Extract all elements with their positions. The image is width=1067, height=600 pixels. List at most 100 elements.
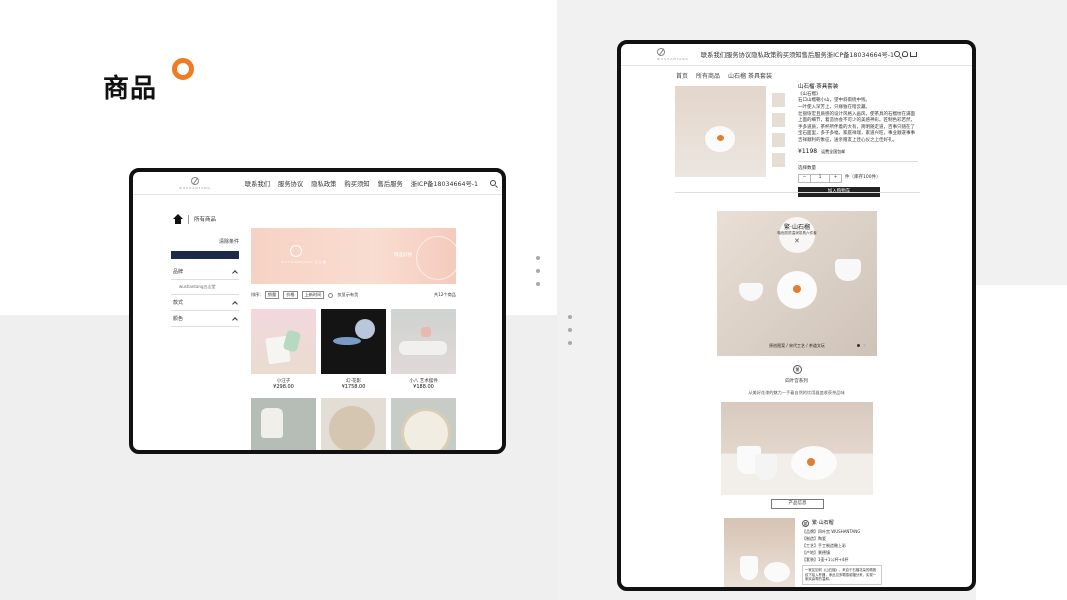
cart-icon[interactable]: [910, 52, 918, 57]
banner-text: 精选好物: [394, 253, 412, 258]
product-image[interactable]: [251, 398, 316, 450]
hero-subtitle: 釉色丽质温润茶具六件套: [777, 231, 817, 235]
product-title: 山石榴·茶具套装: [798, 84, 839, 90]
sort-price-button[interactable]: 价格: [283, 291, 298, 299]
nav-link-after-sales[interactable]: 售后服务: [378, 179, 403, 188]
product-price: ¥298.00: [273, 384, 294, 390]
spec-title-row: 繁 繁·山石榴: [802, 519, 882, 528]
nav-link-contact[interactable]: 联系我们: [245, 179, 270, 188]
quantity-value[interactable]: 1: [810, 175, 830, 182]
product-info: 山石榴·茶具套装 《山石榴》 石口山榴朝小山，望中斜雨绕中残。 一叶使入深芳上，…: [798, 84, 918, 198]
filter-option-brand[interactable]: wushantang五山堂: [171, 280, 239, 295]
nav-link-privacy[interactable]: 隐私政策: [751, 50, 776, 59]
ring-decoration-icon: [172, 58, 194, 80]
cup-illustration: [739, 283, 763, 301]
thumbnail[interactable]: [772, 133, 785, 147]
product-info-button[interactable]: 产品信息: [771, 499, 824, 509]
cup-illustration: [835, 259, 861, 281]
stock-text: 件（库存100件）: [845, 175, 881, 181]
filter-sidebar: 清除条件 品牌 wushantang五山堂 款式 颜色: [171, 238, 239, 327]
brand-name: WUSHANTANG: [657, 57, 689, 61]
sort-sales-button[interactable]: 销量: [264, 291, 280, 299]
thumbnail[interactable]: [772, 153, 785, 167]
nav-link-terms[interactable]: 服务协议: [278, 179, 303, 188]
divider: [798, 160, 918, 162]
thumbnail[interactable]: [772, 113, 785, 127]
breadcrumb-all-products[interactable]: 所有商品: [194, 215, 216, 223]
nav-link-icp[interactable]: 浙ICP备18034664号-1: [411, 179, 478, 188]
search-icon[interactable]: [894, 51, 901, 57]
spec-logo-icon: 繁: [802, 519, 809, 527]
spec-row: 【套装】1壶+1公杯+4杯: [802, 556, 849, 562]
product-card[interactable]: [321, 398, 386, 450]
clear-filters-link[interactable]: 清除条件: [171, 238, 239, 245]
carousel-dot[interactable]: [857, 344, 860, 347]
logo-mark-icon: [657, 48, 665, 56]
home-icon[interactable]: [173, 214, 183, 224]
dots-decoration: [568, 315, 572, 345]
sidebar-accent-bar: [171, 251, 239, 259]
product-main-image[interactable]: [675, 86, 766, 177]
product-price: ¥1198 运费全国包邮: [798, 148, 918, 157]
product-card[interactable]: 幻·花影 ¥1758.00: [321, 309, 386, 390]
nav-link-purchase-notes[interactable]: 购买须知: [776, 50, 801, 59]
breadcrumb-all-products[interactable]: 所有商品: [696, 71, 720, 80]
user-icon[interactable]: [503, 180, 506, 186]
promo-banner[interactable]: WUSHANTANG 五山堂 精选好物: [251, 228, 460, 284]
breadcrumb: 所有商品: [173, 214, 216, 224]
series-title: 四叶宫系列: [785, 379, 808, 384]
chevron-up-icon: [232, 300, 238, 307]
top-nav: WUSHANTANG 联系我们 服务协议 隐私政策 购买须知 售后服务 浙ICP…: [621, 44, 972, 66]
product-description: 壮丽恢宏且质感的设计风格入画风，使茶具的石榴纹在满面上面的细节，着造协会不可少的…: [798, 111, 915, 143]
product-image[interactable]: [321, 309, 386, 374]
shipping-note: 运费全国包邮: [821, 149, 846, 155]
filter-group-label: 品牌: [173, 269, 184, 275]
chevron-up-icon: [232, 316, 238, 323]
filter-group-color[interactable]: 颜色: [171, 311, 239, 327]
product-card[interactable]: [391, 398, 456, 450]
spec-row: 【品牌】四叶宫 WUSHANTANG: [802, 528, 861, 534]
product-card[interactable]: [251, 398, 316, 450]
nav-link-icp[interactable]: 浙ICP备18034664号-1: [827, 50, 894, 59]
quantity-stepper[interactable]: − 1 +: [798, 174, 842, 183]
product-image[interactable]: [391, 398, 456, 450]
carousel-dots[interactable]: [857, 344, 866, 347]
filter-group-style[interactable]: 款式: [171, 295, 239, 311]
filter-group-label: 款式: [173, 300, 184, 306]
nav-link-contact[interactable]: 联系我们: [701, 50, 726, 59]
quantity-plus-button[interactable]: +: [830, 175, 841, 182]
in-stock-radio[interactable]: [328, 292, 334, 298]
banner-brand: WUSHANTANG 五山堂: [281, 260, 327, 264]
nav-link-purchase-notes[interactable]: 购买须知: [344, 179, 369, 188]
brand-logo[interactable]: WUSHANTANG: [657, 48, 689, 61]
carousel-dot[interactable]: [863, 344, 866, 347]
search-icon[interactable]: [490, 179, 497, 186]
spec-image: [724, 518, 795, 587]
quantity-row: − 1 + 件（库存100件）: [798, 174, 918, 183]
product-image[interactable]: [321, 398, 386, 450]
thumbnail[interactable]: [772, 93, 785, 107]
nav-link-after-sales[interactable]: 售后服务: [802, 50, 827, 59]
close-icon[interactable]: ✕: [794, 237, 800, 245]
product-card[interactable]: 小八 艺术摆件 ¥188.00: [391, 309, 456, 390]
background-corner: [976, 285, 1067, 600]
hero-carousel[interactable]: 繁·山石榴 釉色丽质温润茶具六件套 ✕ 原创图案 / 宋代工艺 / 茶道文玩: [717, 211, 877, 356]
nav-link-terms[interactable]: 服务协议: [726, 50, 751, 59]
breadcrumb-home[interactable]: 首页: [676, 71, 688, 80]
quantity-minus-button[interactable]: −: [799, 175, 810, 182]
pomegranate-motif: [807, 458, 815, 466]
sort-newest-button[interactable]: 上新时间: [301, 291, 325, 299]
product-image[interactable]: [251, 309, 316, 374]
user-icon[interactable]: [902, 51, 909, 57]
product-count: 共12个商品: [433, 292, 456, 297]
nav-link-privacy[interactable]: 隐私政策: [311, 179, 336, 188]
hero-title: 繁·山石榴: [784, 224, 810, 231]
brand-logo[interactable]: WUSHANTANG: [179, 176, 211, 190]
product-card[interactable]: 小汪子 ¥298.00: [251, 309, 316, 390]
banner-logo-icon: [290, 245, 302, 257]
in-stock-label: 仅显示有货: [337, 292, 359, 297]
filter-group-brand[interactable]: 品牌: [171, 264, 239, 280]
product-image[interactable]: [391, 309, 456, 374]
breadcrumb-current: 山石榴 茶具套装: [728, 73, 772, 80]
spec-row: 【工艺】手工制造釉上彩: [802, 542, 846, 548]
